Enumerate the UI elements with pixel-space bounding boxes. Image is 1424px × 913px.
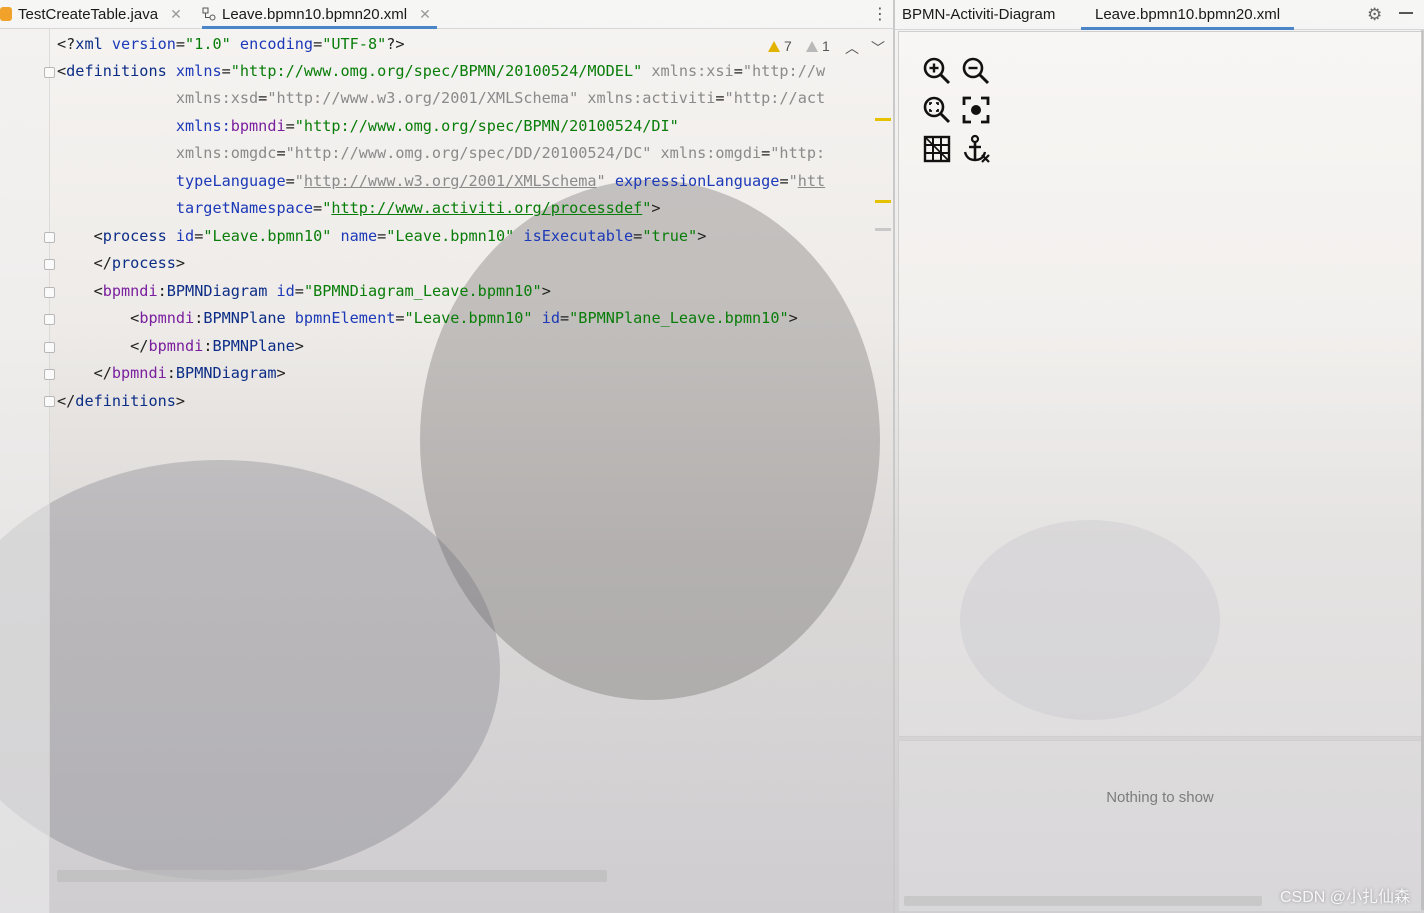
close-icon[interactable]: ✕ [419, 6, 431, 23]
code-line: targetNamespace="http://www.activiti.org… [175, 199, 661, 217]
code-line: </bpmndi:BPMNDiagram> [93, 364, 286, 382]
code-line: </definitions> [57, 392, 186, 410]
empty-properties-message: Nothing to show [1106, 789, 1214, 806]
gear-icon[interactable]: ⚙ [1367, 5, 1382, 25]
code-line: <bpmndi:BPMNDiagram id="BPMNDiagram_Leav… [93, 282, 551, 300]
watermark: CSDN @小扎仙森 [1279, 889, 1410, 906]
code-line: xmlns:omgdc="http://www.omg.org/spec/DD/… [175, 144, 826, 162]
code-area[interactable]: <?xml version="1.0" encoding="UTF-8"?> <… [57, 29, 891, 869]
diagram-canvas[interactable] [898, 31, 1423, 737]
tab-bpmn-activiti-diagram[interactable]: BPMN-Activiti-Diagram [902, 0, 1055, 29]
zoom-reset-icon[interactable] [922, 95, 952, 125]
code-line: </bpmndi:BPMNPlane> [130, 337, 304, 355]
error-stripe-mark[interactable] [875, 200, 891, 203]
line-gutter [0, 29, 55, 913]
zoom-fit-icon[interactable] [961, 95, 991, 125]
error-stripe-mark[interactable] [875, 118, 891, 121]
code-editor: TestCreateTable.java ✕ Leave.bpmn10.bpmn… [0, 0, 893, 913]
fold-marker-icon[interactable] [44, 259, 55, 270]
editor-tab-bar: TestCreateTable.java ✕ Leave.bpmn10.bpmn… [0, 0, 893, 29]
fold-marker-icon[interactable] [44, 342, 55, 353]
tab-leave-bpmn-xml-diagram[interactable]: Leave.bpmn10.bpmn20.xml [1080, 0, 1295, 30]
close-icon[interactable]: ✕ [170, 6, 182, 23]
code-line: <definitions xmlns="http://www.omg.org/s… [57, 62, 826, 80]
code-line: typeLanguage="http://www.w3.org/2001/XML… [175, 172, 826, 190]
bpmn-tool-window: BPMN-Activiti-Diagram Leave.bpmn10.bpmn2… [893, 0, 1424, 913]
tab-label: TestCreateTable.java [18, 5, 159, 23]
code-line: xmlns:xsd="http://www.w3.org/2001/XMLSch… [175, 89, 826, 107]
tab-label: Leave.bpmn10.bpmn20.xml [1095, 6, 1281, 23]
tab-leave-bpmn-xml[interactable]: Leave.bpmn10.bpmn20.xml ✕ [202, 0, 437, 29]
tab-testcreatetable-java[interactable]: TestCreateTable.java ✕ [0, 0, 182, 28]
zoom-out-icon[interactable] [961, 56, 991, 86]
fold-marker-icon[interactable] [44, 232, 55, 243]
tool-window-tab-bar: BPMN-Activiti-Diagram Leave.bpmn10.bpmn2… [895, 0, 1424, 30]
bpmn-xml-icon [202, 7, 216, 21]
code-line: <?xml version="1.0" encoding="UTF-8"?> [57, 35, 405, 53]
tab-label: Leave.bpmn10.bpmn20.xml [222, 5, 408, 23]
horizontal-scrollbar[interactable] [904, 896, 1262, 906]
fold-marker-icon[interactable] [44, 369, 55, 380]
code-line: </process> [93, 254, 186, 272]
code-line: <process id="Leave.bpmn10" name="Leave.b… [93, 227, 707, 245]
zoom-in-icon[interactable] [922, 56, 952, 86]
tab-label: BPMN-Activiti-Diagram [902, 6, 1056, 23]
grid-icon[interactable] [922, 134, 952, 164]
more-options-icon[interactable]: ⋮ [872, 4, 888, 23]
horizontal-scrollbar[interactable] [57, 870, 607, 882]
code-line: <bpmndi:BPMNPlane bpmnElement="Leave.bpm… [130, 309, 798, 327]
anchor-icon[interactable] [961, 134, 991, 164]
minimize-icon[interactable] [1399, 12, 1413, 14]
code-line: xmlns:bpmndi="http://www.omg.org/spec/BP… [175, 117, 679, 135]
fold-marker-icon[interactable] [44, 314, 55, 325]
fold-marker-icon[interactable] [44, 287, 55, 298]
fold-marker-icon[interactable] [44, 396, 55, 407]
java-class-icon [0, 7, 12, 21]
fold-marker-icon[interactable] [44, 67, 55, 78]
error-stripe-mark[interactable] [875, 228, 891, 231]
